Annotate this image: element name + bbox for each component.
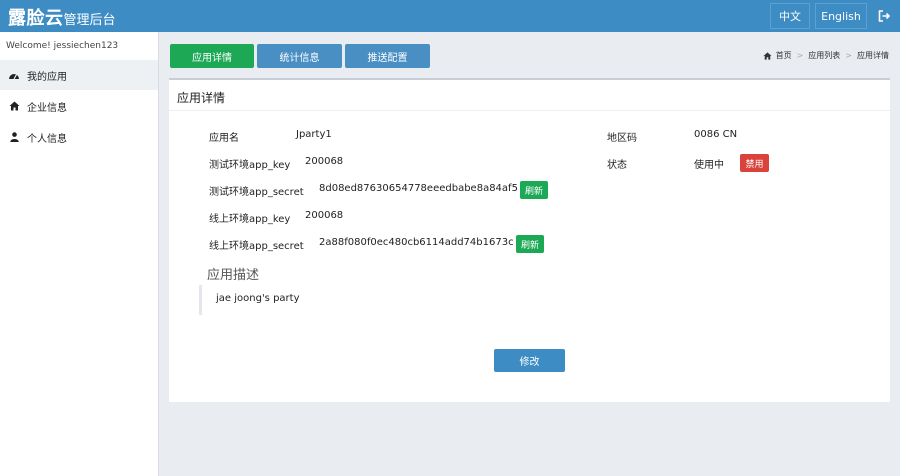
status-label: 状态 — [607, 160, 627, 171]
sidebar-item-label: 我的应用 — [27, 71, 67, 83]
tab-statistics[interactable]: 统计信息 — [257, 44, 342, 68]
breadcrumb: 首页 > 应用列表 > 应用详情 — [763, 50, 889, 61]
prod-app-key-value: 200068 — [305, 210, 344, 221]
region-label: 地区码 — [607, 133, 637, 144]
home-icon — [763, 51, 772, 60]
breadcrumb-app-list[interactable]: 应用列表 — [808, 50, 840, 61]
app-name-value: Jparty1 — [296, 129, 332, 140]
edit-button[interactable]: 修改 — [494, 349, 565, 372]
prod-app-secret-label: 线上环境app_secret — [209, 241, 304, 252]
dashboard-icon — [8, 70, 20, 80]
refresh-prod-secret-button[interactable]: 刷新 — [516, 235, 544, 253]
tab-app-details[interactable]: 应用详情 — [170, 44, 254, 68]
breadcrumb-separator: > — [845, 51, 852, 60]
panel-title: 应用详情 — [177, 91, 226, 105]
logout-button[interactable] — [870, 3, 898, 29]
breadcrumb-home[interactable]: 首页 — [776, 50, 792, 61]
description-text: jae joong's party — [216, 293, 300, 304]
refresh-test-secret-button[interactable]: 刷新 — [520, 181, 548, 199]
sidebar-item-company-info[interactable]: 企业信息 — [0, 91, 158, 121]
language-english-button[interactable]: English — [815, 3, 867, 29]
prod-app-key-label: 线上环境app_key — [209, 214, 291, 225]
sidebar-item-label: 个人信息 — [27, 133, 67, 145]
brand-logo[interactable]: 露脸云管理后台 — [8, 4, 116, 30]
app-details-panel: 应用详情 应用名 Jparty1 地区码 0086 CN 测试环境app_key… — [169, 78, 890, 402]
brand-name: 露脸云 — [8, 8, 64, 29]
test-app-key-value: 200068 — [305, 156, 344, 167]
sign-out-icon — [878, 10, 890, 22]
breadcrumb-separator: > — [796, 51, 804, 60]
brand-subtitle: 管理后台 — [63, 13, 116, 28]
sidebar: Welcome! jessiechen123 我的应用 企业信息 个人信息 — [0, 32, 159, 476]
panel-divider — [169, 110, 890, 111]
description-title: 应用描述 — [207, 268, 260, 283]
welcome-text: Welcome! jessiechen123 — [6, 41, 119, 51]
status-value: 使用中 — [694, 160, 724, 171]
app-name-label: 应用名 — [209, 133, 239, 144]
language-chinese-button[interactable]: 中文 — [770, 3, 810, 29]
top-bar: 露脸云管理后台 中文 English — [0, 0, 900, 32]
tab-push-config[interactable]: 推送配置 — [345, 44, 430, 68]
test-app-secret-value: 8d08ed87630654778eeedbabe8a84af5 — [319, 183, 518, 194]
disable-button[interactable]: 禁用 — [740, 154, 769, 172]
sidebar-item-my-apps[interactable]: 我的应用 — [0, 60, 158, 90]
sidebar-item-personal-info[interactable]: 个人信息 — [0, 122, 158, 152]
breadcrumb-current: 应用详情 — [857, 51, 889, 60]
description-quote-bar — [199, 285, 202, 315]
sidebar-item-label: 企业信息 — [27, 102, 67, 114]
region-value: 0086 CN — [694, 129, 738, 140]
test-app-secret-label: 测试环境app_secret — [209, 187, 304, 198]
prod-app-secret-value: 2a88f080f0ec480cb6114add74b1673c — [319, 237, 514, 248]
home-icon — [8, 101, 20, 111]
user-icon — [8, 132, 20, 142]
test-app-key-label: 测试环境app_key — [209, 160, 291, 171]
